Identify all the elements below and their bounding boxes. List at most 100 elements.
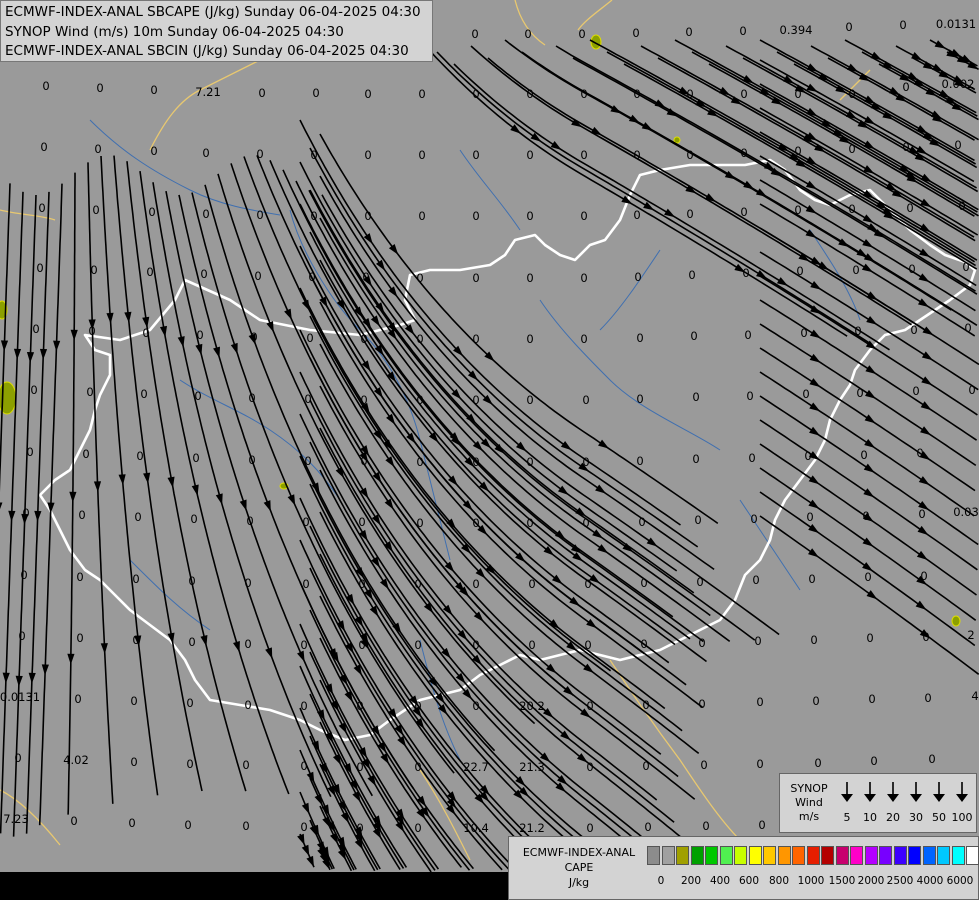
cape-value-label: 0 xyxy=(636,331,643,345)
cape-value-label: 0 xyxy=(306,331,313,345)
cape-value-label: 0 xyxy=(364,148,371,162)
cape-value-label: 0 xyxy=(202,146,209,160)
wind-legend-speed: 20 xyxy=(886,811,900,824)
cape-value-label: 0.03 xyxy=(953,505,979,519)
cape-value-label: 0 xyxy=(702,819,709,833)
cape-value-label: 0 xyxy=(912,384,919,398)
wind-arrow-icon xyxy=(910,782,922,802)
title-sbcape: ECMWF-INDEX-ANAL SBCAPE (J/kg) Sunday 06… xyxy=(5,4,421,20)
cape-legend-swatch xyxy=(690,846,704,865)
cape-value-label: 0 xyxy=(756,757,763,771)
cape-value-label: 0 xyxy=(74,692,81,706)
cape-value-label: 0 xyxy=(42,79,49,93)
cape-legend-swatch xyxy=(879,846,892,865)
cape-value-label: 0 xyxy=(580,209,587,223)
wind-arrow-icon xyxy=(864,782,876,802)
cape-legend-swatch xyxy=(835,846,849,865)
cape-legend-label: 0 xyxy=(657,875,665,887)
wind-arrow-icon xyxy=(887,782,899,802)
cape-value-label: 7.23 xyxy=(3,812,29,826)
cape-value-label: 0 xyxy=(472,148,479,162)
wind-legend-item: 30 xyxy=(905,774,927,832)
cape-value-label: 0 xyxy=(812,694,819,708)
map-title-box: ECMWF-INDEX-ANAL SBCAPE (J/kg) Sunday 06… xyxy=(0,0,433,62)
cape-value-label: 0 xyxy=(242,819,249,833)
cape-value-label: 0 xyxy=(86,385,93,399)
cape-value-label: 0 xyxy=(636,454,643,468)
cape-value-label: 0 xyxy=(580,332,587,346)
cape-value-label: 0 xyxy=(418,148,425,162)
title-synop-wind: SYNOP Wind (m/s) 10m Sunday 06-04-2025 0… xyxy=(5,23,344,40)
cape-value-label: 0 xyxy=(78,508,85,522)
cape-value-label: 0 xyxy=(754,634,761,648)
cape-value-label: 0 xyxy=(36,261,43,275)
wind-legend-item: 100 xyxy=(951,774,973,832)
cape-value-label: 0 xyxy=(150,83,157,97)
cape-value-label: 0 xyxy=(526,148,533,162)
cape-value-label: 0 xyxy=(633,208,640,222)
cape-legend-swatch xyxy=(676,846,689,865)
cape-value-label: 0 xyxy=(864,570,871,584)
cape-patch xyxy=(951,615,961,627)
wind-legend: SYNOP Wind m/s 5 10 20 30 50 100 xyxy=(779,773,977,833)
cape-value-label: 0 xyxy=(924,691,931,705)
cape-value-label: 0 xyxy=(814,756,821,770)
cape-value-label: 22.7 xyxy=(463,760,489,774)
cape-value-label: 0 xyxy=(472,577,479,591)
cape-value-label: 0 xyxy=(634,270,641,284)
cape-value-label: 0 xyxy=(200,267,207,281)
cape-legend-label: 2500 xyxy=(886,875,914,887)
wind-legend-item: 5 xyxy=(836,774,858,832)
cape-value-label: 0 xyxy=(190,512,197,526)
cape-value-label: 0 xyxy=(582,393,589,407)
cape-value-label: 0 xyxy=(244,637,251,651)
cape-value-label: 0 xyxy=(364,87,371,101)
cape-value-label: 0 xyxy=(578,27,585,41)
cape-value-label: 0 xyxy=(739,24,746,38)
cape-value-label: 0 xyxy=(808,572,815,586)
cape-value-label: 0 xyxy=(256,208,263,222)
cape-legend-swatch xyxy=(763,846,776,865)
cape-legend-unit: J/kg xyxy=(568,876,590,889)
cape-value-label: 0 xyxy=(418,209,425,223)
cape-value-label: 0 xyxy=(700,758,707,772)
cape-value-label: 0 xyxy=(312,86,319,100)
cape-value-label: 0 xyxy=(750,512,757,526)
cape-value-label: 0 xyxy=(692,390,699,404)
cape-value-label: 0 xyxy=(688,268,695,282)
cape-value-label: 0 xyxy=(186,757,193,771)
cape-value-label: 0 xyxy=(202,207,209,221)
cape-value-label: 0 xyxy=(418,87,425,101)
cape-legend-swatch xyxy=(821,846,834,865)
cape-value-label: 0 xyxy=(30,383,37,397)
cape-value-label: 0 xyxy=(254,269,261,283)
cape-value-label: 0 xyxy=(140,387,147,401)
cape-value-label: 0 xyxy=(752,573,759,587)
cape-value-label: 0 xyxy=(852,263,859,277)
cape-value-label: 0 xyxy=(806,510,813,524)
cape-value-label: 0 xyxy=(38,201,45,215)
cape-value-label: 0 xyxy=(150,144,157,158)
cape-legend-swatch xyxy=(966,846,979,865)
weather-map: 0007.2100000000000000.0020000000.394000.… xyxy=(0,0,979,900)
cape-value-label: 0 xyxy=(146,265,153,279)
cape-value-label: 0 xyxy=(256,147,263,161)
cape-legend-swatch xyxy=(748,846,762,865)
cape-value-label: 0 xyxy=(918,507,925,521)
wind-arrow-icon xyxy=(933,782,945,802)
cape-value-label: 0 xyxy=(526,332,533,346)
cape-value-label: 0 xyxy=(132,572,139,586)
cape-value-label: 0 xyxy=(92,203,99,217)
map-canvas: 0007.2100000000000000.0020000000.394000.… xyxy=(0,0,979,900)
cape-value-label: 0 xyxy=(758,818,765,832)
cape-value-label: 0 xyxy=(644,820,651,834)
cape-value-label: 0 xyxy=(128,816,135,830)
cape-value-label: 0 xyxy=(472,271,479,285)
cape-legend-swatch xyxy=(647,846,660,865)
cape-value-label: 0 xyxy=(866,631,873,645)
cape-value-label: 21.2 xyxy=(519,821,545,835)
cape-legend-swatch xyxy=(893,846,907,865)
cape-value-label: 0 xyxy=(632,26,639,40)
cape-legend-label: 1500 xyxy=(828,875,856,887)
cape-value-label: 0 xyxy=(636,392,643,406)
